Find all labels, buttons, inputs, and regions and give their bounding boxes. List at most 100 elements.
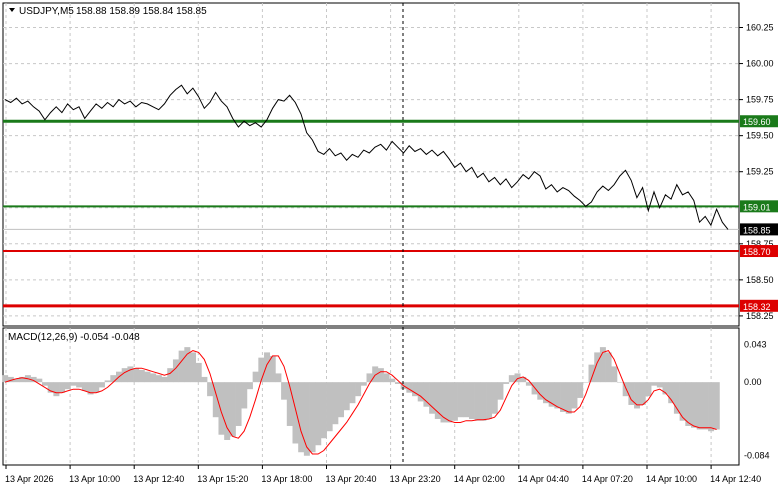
- time-tick-label: 13 Apr 12:40: [133, 474, 184, 484]
- macd-bar: [121, 368, 128, 383]
- macd-bar: [326, 382, 333, 432]
- macd-bar: [292, 382, 299, 444]
- macd-bar: [70, 382, 77, 386]
- macd-bar: [320, 382, 327, 439]
- macd-bar: [474, 382, 481, 421]
- macd-bar: [42, 382, 48, 386]
- level-tag-label: 158.32: [743, 302, 771, 312]
- macd-bar: [64, 382, 71, 390]
- macd-bar: [36, 378, 43, 383]
- macd-bar: [360, 382, 367, 386]
- macd-bar: [281, 382, 288, 400]
- price-tick-label: 160.00: [746, 59, 774, 69]
- macd-axis: 0.043 0.00 -0.084: [744, 340, 770, 461]
- chart-canvas: USDJPY,M5 158.88 158.89 158.84 158.85 MA…: [2, 2, 778, 484]
- macd-bar: [656, 382, 663, 388]
- time-tick-label: 13 Apr 23:20: [390, 474, 441, 484]
- macd-bar: [155, 375, 162, 383]
- macd-bar: [303, 382, 310, 456]
- time-tick-label: 13 Apr 18:00: [261, 474, 312, 484]
- macd-bar: [98, 382, 105, 388]
- macd-bar: [486, 382, 493, 419]
- macd-bar: [554, 382, 561, 409]
- macd-bar: [76, 382, 83, 388]
- price-tick-label: 159.50: [746, 131, 774, 141]
- macd-bar: [201, 376, 208, 383]
- time-tick-label: 13 Apr 15:20: [197, 474, 248, 484]
- macd-bar: [468, 382, 475, 419]
- macd-bar: [229, 382, 236, 437]
- time-tick-label: 13 Apr 2026: [5, 474, 54, 484]
- macd-bar: [167, 368, 174, 383]
- macd-bar: [383, 373, 390, 383]
- macd-bar: [275, 373, 282, 383]
- macd-bar: [622, 382, 629, 397]
- macd-bar: [93, 382, 100, 393]
- price-axis: 160.25160.00159.75159.50159.25158.75158.…: [739, 23, 774, 321]
- macd-bar: [298, 382, 305, 453]
- macd-bar: [685, 382, 692, 426]
- time-tick-label: 14 Apr 07:20: [582, 474, 633, 484]
- macd-bar: [309, 382, 316, 453]
- macd-bar: [582, 382, 589, 383]
- macd-bar: [81, 382, 88, 391]
- macd-bar: [571, 382, 578, 409]
- macd-bar: [235, 382, 242, 426]
- macd-bar: [138, 369, 145, 383]
- macd-bar: [463, 382, 470, 418]
- macd-bar: [611, 366, 618, 383]
- time-tick-label: 14 Apr 02:00: [454, 474, 505, 484]
- level-tag-label: 159.01: [743, 202, 771, 212]
- macd-bar: [480, 382, 487, 421]
- macd-bar: [577, 382, 584, 398]
- macd-bar: [696, 382, 703, 430]
- macd-bar: [451, 382, 458, 421]
- time-tick-label: 14 Apr 04:40: [518, 474, 569, 484]
- macd-bar: [377, 368, 384, 383]
- macd-bar: [252, 371, 259, 383]
- macd-bar: [560, 382, 567, 412]
- macd-bar: [343, 382, 350, 411]
- macd-bar: [503, 382, 510, 384]
- macd-bar: [53, 382, 60, 397]
- macd-bar: [332, 382, 339, 425]
- time-axis: 13 Apr 2026 13 Apr 10:00 13 Apr 12:40 13 Ap…: [5, 465, 761, 484]
- time-tick-label: 14 Apr 10:00: [646, 474, 697, 484]
- macd-bar: [218, 382, 225, 435]
- macd-bar: [178, 350, 185, 383]
- macd-bar: [440, 382, 447, 423]
- macd-bar: [241, 382, 248, 409]
- ohlc-values: 158.88 158.89 158.84 158.85: [76, 6, 207, 17]
- macd-label: MACD(12,26,9) -0.054 -0.048: [8, 332, 140, 343]
- main-pane: [2, 2, 740, 327]
- macd-bar: [144, 371, 151, 383]
- macd-tick-label: 0.00: [744, 377, 762, 387]
- time-tick-label: 13 Apr 20:40: [326, 474, 377, 484]
- macd-bar: [708, 382, 715, 432]
- macd-bar: [446, 382, 453, 423]
- macd-bar: [190, 352, 197, 383]
- macd-bar: [605, 352, 612, 383]
- macd-bar: [286, 382, 293, 426]
- macd-tick-label: -0.084: [744, 451, 770, 461]
- price-tick-label: 160.25: [746, 23, 774, 33]
- macd-bar: [690, 382, 697, 428]
- macd-bar: [651, 382, 658, 386]
- macd-bar: [207, 382, 214, 397]
- macd-bar: [59, 382, 66, 393]
- macd-bar: [639, 382, 646, 405]
- level-tag-label: 158.70: [743, 247, 771, 257]
- price-tick-label: 158.25: [746, 311, 774, 321]
- current-price-label: 158.85: [743, 225, 771, 235]
- macd-bar: [161, 376, 168, 383]
- time-tick-label: 13 Apr 10:00: [69, 474, 120, 484]
- macd-bar: [457, 382, 464, 418]
- macd-bar: [133, 368, 140, 383]
- macd-bar: [508, 375, 515, 383]
- price-tick-label: 158.50: [746, 275, 774, 285]
- macd-tick-label: 0.043: [744, 340, 767, 350]
- macd-bar: [195, 362, 202, 383]
- macd-bar: [246, 382, 253, 390]
- macd-bar: [497, 382, 504, 400]
- symbol-label: USDJPY,M5: [19, 6, 74, 17]
